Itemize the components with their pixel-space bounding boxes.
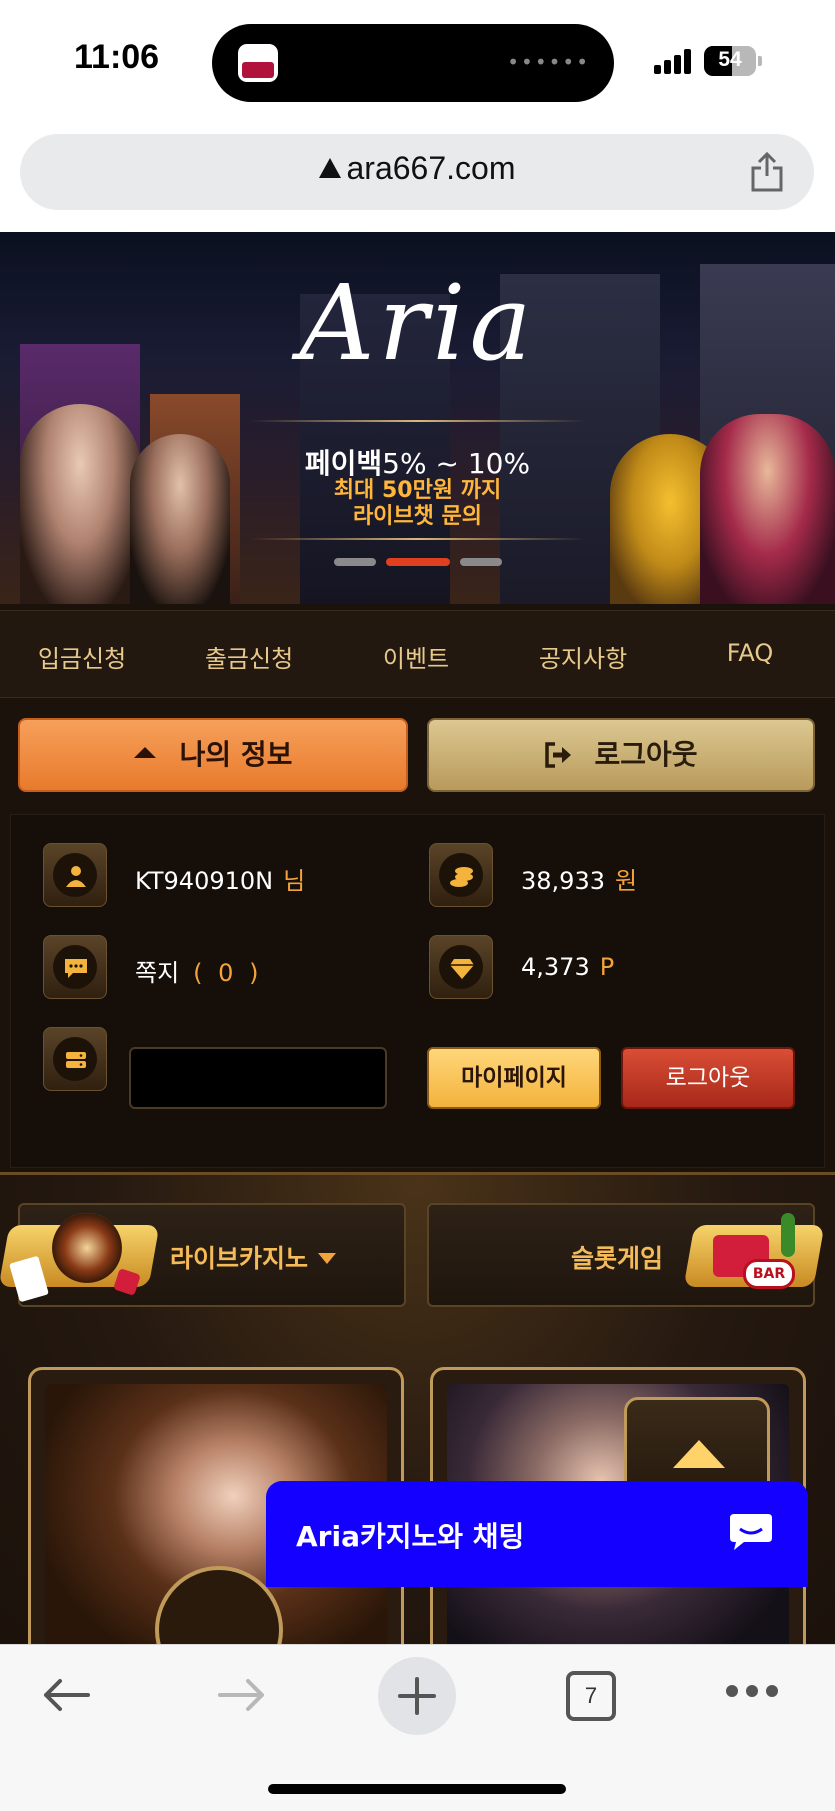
tab-switcher-button[interactable]: 7 xyxy=(566,1671,616,1721)
chat-label: Aria카지노와 채팅 xyxy=(296,1520,525,1553)
plus-icon xyxy=(398,1677,436,1715)
memo-row[interactable]: 쪽지 ( 0 ) xyxy=(135,953,262,988)
carousel-dot-active[interactable] xyxy=(386,558,450,566)
status-time: 11:06 xyxy=(74,38,160,76)
coins-icon xyxy=(429,843,493,907)
user-icon xyxy=(43,843,107,907)
chat-widget[interactable]: Aria카지노와 채팅 xyxy=(266,1481,808,1587)
warning-icon xyxy=(318,158,341,178)
points-unit: P xyxy=(599,953,615,981)
username-row: KT940910N 님 xyxy=(135,861,305,896)
tab-live-casino-label: 라이브카지노 xyxy=(170,1239,337,1275)
battery-icon: 54 xyxy=(704,46,756,76)
roulette-icon xyxy=(0,1207,160,1307)
wallet-icon xyxy=(43,1027,107,1091)
nav-event[interactable]: 이벤트 xyxy=(346,639,486,674)
main-nav: 입금신청 출금신청 이벤트 공지사항 FAQ xyxy=(0,610,835,698)
caret-up-icon xyxy=(133,747,156,758)
url-display[interactable]: ara667.com xyxy=(20,150,814,187)
memo-count: ( 0 ) xyxy=(193,959,263,987)
browser-toolbar: 7 xyxy=(0,1644,835,1811)
more-options-icon[interactable] xyxy=(726,1685,778,1699)
tab-live-casino[interactable]: 라이브카지노 xyxy=(0,1203,406,1307)
code-input[interactable] xyxy=(129,1047,387,1109)
url-text: ara667.com xyxy=(346,150,516,186)
panel-logout-button[interactable]: 로그아웃 xyxy=(621,1047,795,1109)
app-icon xyxy=(238,44,278,82)
webpage: Aria 페이백5% ~ 10% 최대 50만원 까지 라이브챗 문의 입금신청… xyxy=(0,232,835,1644)
arrow-up-icon xyxy=(673,1440,725,1468)
share-icon[interactable] xyxy=(750,152,784,192)
diamond-icon xyxy=(429,935,493,999)
carousel-indicator[interactable] xyxy=(334,558,504,566)
mypage-button[interactable]: 마이페이지 xyxy=(427,1047,601,1109)
username: KT940910N xyxy=(135,867,274,895)
my-info-label: 나의 정보 xyxy=(179,738,293,771)
balance-row: 38,933 원 xyxy=(521,861,637,896)
promo-banner[interactable]: Aria 페이백5% ~ 10% 최대 50만원 까지 라이브챗 문의 xyxy=(0,232,835,604)
home-indicator[interactable] xyxy=(268,1784,566,1794)
activity-dots-icon: •••••• xyxy=(507,50,590,74)
account-panel: KT940910N 님 38,933 원 쪽지 ( 0 ) 4,373 P 마이페… xyxy=(10,814,825,1168)
new-tab-button[interactable] xyxy=(378,1657,456,1735)
nav-faq[interactable]: FAQ xyxy=(680,639,820,667)
forward-arrow-icon[interactable] xyxy=(216,1675,268,1715)
my-info-button[interactable]: 나의 정보 xyxy=(18,718,408,792)
chevron-down-icon xyxy=(318,1253,337,1264)
points-amount: 4,373 xyxy=(521,953,590,981)
back-arrow-icon[interactable] xyxy=(40,1675,92,1715)
address-bar[interactable]: ara667.com xyxy=(20,134,814,210)
carousel-dot[interactable] xyxy=(460,558,502,566)
balance-amount: 38,933 xyxy=(521,867,605,895)
games-section: 라이브카지노 슬롯게임 BAR Aria카지노와 채팅 xyxy=(0,1172,835,1644)
logout-label: 로그아웃 xyxy=(594,738,698,771)
message-icon[interactable] xyxy=(43,935,107,999)
status-bar: 11:06 •••••• 54 xyxy=(0,0,835,120)
memo-label: 쪽지 xyxy=(135,959,180,987)
slot-machine-icon: BAR xyxy=(669,1207,831,1307)
battery-level: 54 xyxy=(718,48,742,71)
carousel-dot[interactable] xyxy=(334,558,376,566)
promo-line-3: 라이브챗 문의 xyxy=(352,504,483,529)
balance-unit: 원 xyxy=(614,867,638,895)
logout-icon xyxy=(545,742,572,768)
tab-slot-label: 슬롯게임 xyxy=(571,1244,664,1273)
aria-logo: Aria xyxy=(299,262,536,384)
nav-withdraw[interactable]: 출금신청 xyxy=(179,639,319,674)
tab-slot-games[interactable]: 슬롯게임 BAR xyxy=(427,1203,825,1307)
nav-deposit[interactable]: 입금신청 xyxy=(12,639,152,674)
chat-bubble-icon xyxy=(730,1514,772,1550)
nav-notice[interactable]: 공지사항 xyxy=(513,639,653,674)
dynamic-island: •••••• xyxy=(212,24,614,102)
points-row: 4,373 P xyxy=(521,953,614,981)
logout-button[interactable]: 로그아웃 xyxy=(427,718,815,792)
cellular-signal-icon xyxy=(654,48,694,74)
username-suffix: 님 xyxy=(283,867,306,895)
